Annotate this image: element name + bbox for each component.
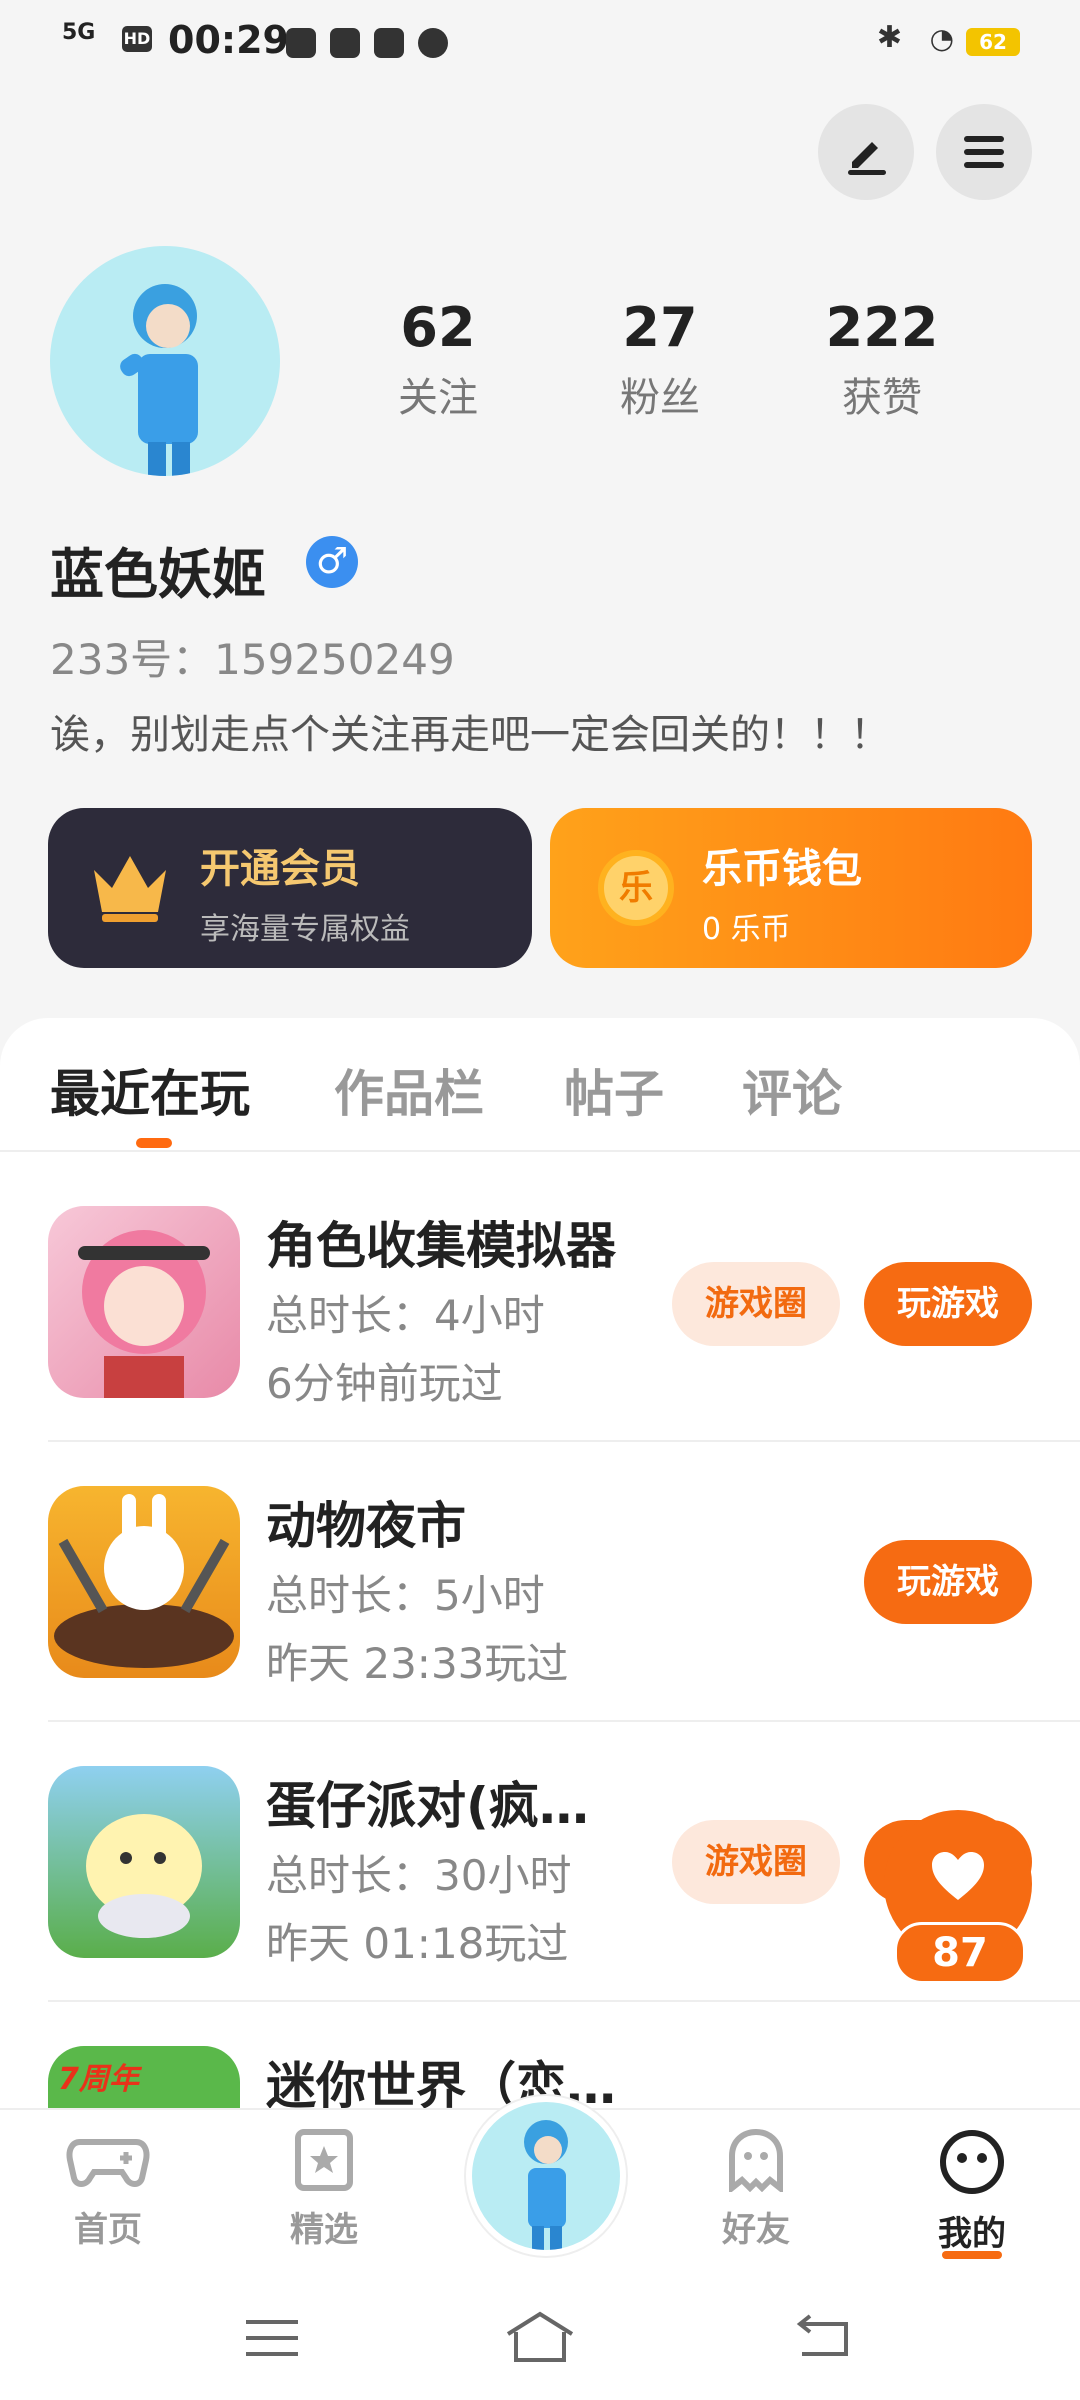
list-divider — [48, 1720, 1080, 1722]
game-name: 蛋仔派对(疯… — [266, 1777, 589, 1835]
like-count: 87 — [894, 1922, 1026, 1984]
smile-face-icon — [940, 2130, 1004, 2194]
menu-button[interactable] — [936, 104, 1032, 200]
nav-label: 好友 — [722, 2210, 790, 2250]
avatar-figure-icon — [120, 284, 198, 476]
hd-badge: HD — [122, 26, 152, 52]
game-last-played: 6分钟前玩过 — [266, 1359, 503, 1408]
anime-girl-icon — [78, 1230, 210, 1398]
stat-following[interactable]: 62 关注 — [338, 296, 538, 423]
list-divider — [48, 2000, 1080, 2002]
stat-label: 关注 — [398, 375, 478, 421]
active-tab-indicator — [136, 1138, 172, 1148]
status-time: 00:29 — [168, 18, 289, 62]
tab-recently-played[interactable]: 最近在玩 — [50, 1054, 250, 1126]
network-indicator: 5G — [62, 20, 96, 45]
tab-posts[interactable]: 帖子 — [564, 1054, 664, 1126]
compass-notification-icon — [418, 28, 448, 58]
stat-value: 27 — [622, 296, 698, 359]
game-name: 角色收集模拟器 — [266, 1217, 616, 1275]
music-notification-icon — [374, 28, 404, 58]
user-bio: 诶，别划走点个关注再走吧一定会回关的！！！ — [50, 712, 890, 758]
vip-card[interactable]: 开通会员 享海量专属权益 — [48, 808, 532, 968]
vip-title: 开通会员 — [200, 846, 360, 892]
avatar-figure-icon — [524, 2120, 568, 2250]
wifi-icon: ◔ — [929, 22, 954, 55]
wallet-card[interactable]: 乐 乐币钱包 0 乐币 — [550, 808, 1032, 968]
profile-avatar[interactable] — [50, 246, 280, 476]
play-game-button[interactable]: 玩游戏 — [864, 1262, 1032, 1346]
media-notification-icon — [286, 28, 316, 58]
nav-me[interactable]: 我的 — [892, 2128, 1052, 2259]
home-system-icon[interactable] — [504, 2310, 576, 2364]
nav-label: 精选 — [290, 2210, 358, 2250]
wallet-balance: 0 乐币 — [702, 912, 791, 947]
ghost-icon — [729, 2128, 783, 2195]
hamburger-icon — [964, 136, 1004, 168]
game-icon[interactable] — [48, 1486, 240, 1678]
game-duration: 总时长：30小时 — [266, 1851, 572, 1900]
male-gender-icon: ♂ — [306, 536, 358, 588]
game-last-played: 昨天 01:18玩过 — [266, 1919, 569, 1968]
wallet-title: 乐币钱包 — [702, 846, 862, 892]
nav-label: 我的 — [938, 2214, 1006, 2254]
user-id: 233号：159250249 — [50, 635, 455, 684]
stat-value: 222 — [825, 296, 939, 359]
egg-party-icon — [86, 1814, 202, 1938]
pencil-icon — [848, 142, 886, 175]
crown-icon — [94, 856, 166, 922]
game-duration: 总时长：5小时 — [266, 1571, 545, 1620]
game-icon-text: 7周年 — [58, 2062, 139, 2097]
tab-comments[interactable]: 评论 — [742, 1054, 842, 1126]
username: 蓝色妖姬 — [50, 543, 266, 606]
heart-icon — [932, 1852, 984, 1900]
game-icon[interactable] — [48, 1766, 240, 1958]
center-avatar-button[interactable] — [466, 2096, 626, 2256]
game-last-played: 昨天 23:33玩过 — [266, 1639, 569, 1688]
stat-followers[interactable]: 27 粉丝 — [560, 296, 760, 423]
list-divider — [48, 1440, 1080, 1442]
bluetooth-icon: ✱ — [876, 20, 902, 55]
nav-featured[interactable]: 精选 — [244, 2128, 404, 2251]
game-duration: 总时长：4小时 — [266, 1291, 545, 1340]
gamepad-icon — [66, 2139, 150, 2187]
recents-menu-icon[interactable] — [244, 2316, 300, 2360]
game-name: 动物夜市 — [266, 1497, 466, 1555]
vip-subtitle: 享海量专属权益 — [200, 912, 410, 947]
stat-value: 62 — [400, 296, 476, 359]
game-circle-button[interactable]: 游戏圈 — [672, 1262, 840, 1346]
stat-label: 粉丝 — [620, 375, 700, 421]
nav-label: 首页 — [74, 2210, 142, 2250]
nav-home[interactable]: 首页 — [28, 2128, 188, 2251]
edit-profile-button[interactable] — [818, 104, 914, 200]
stat-label: 获赞 — [842, 375, 922, 421]
play-game-button[interactable]: 玩游戏 — [864, 1540, 1032, 1624]
battery-indicator: 62 — [966, 28, 1020, 56]
back-system-icon[interactable] — [794, 2314, 854, 2360]
game-icon[interactable]: 7周年 — [48, 2046, 240, 2108]
tab-works[interactable]: 作品栏 — [334, 1054, 484, 1126]
game-icon[interactable] — [48, 1206, 240, 1398]
game-circle-button[interactable]: 游戏圈 — [672, 1820, 840, 1904]
coin-icon: 乐 — [598, 850, 674, 926]
tab-divider — [0, 1150, 1080, 1152]
status-bar: 5G HD 00:29 ✱ ◔ 62 — [0, 0, 1080, 90]
nav-friends[interactable]: 好友 — [676, 2128, 836, 2251]
rabbit-chef-icon — [54, 1494, 234, 1668]
app-notification-icon — [330, 28, 360, 58]
star-bookmark-icon — [295, 2129, 353, 2191]
stat-likes[interactable]: 222 获赞 — [782, 296, 982, 423]
